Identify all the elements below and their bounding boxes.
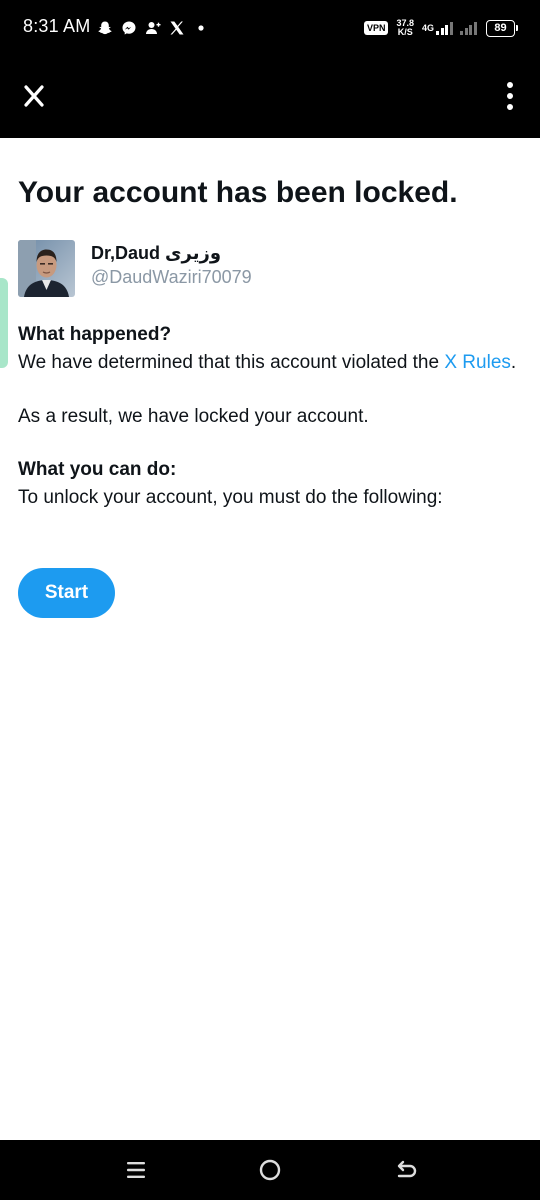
signal-icon: [436, 21, 454, 35]
what-you-can-do-section: What you can do: To unlock your account,…: [18, 456, 518, 512]
app-header: [0, 56, 540, 138]
violation-text: We have determined that this account vio…: [18, 352, 445, 373]
more-options-button[interactable]: [498, 78, 522, 114]
x-logo-icon: [168, 19, 186, 37]
snapchat-icon: [96, 19, 114, 37]
network-speed: 37.8 K/S: [396, 19, 414, 37]
account-names: Dr,Daud وزیری @DaudWaziri70079: [91, 240, 252, 289]
what-you-can-do-text: To unlock your account, you must do the …: [18, 487, 443, 508]
more-vertical-icon: [507, 82, 513, 110]
back-button[interactable]: [392, 1156, 420, 1184]
recent-apps-icon: [127, 1162, 145, 1178]
notification-icons: [96, 17, 216, 39]
x-rules-link[interactable]: X Rules: [444, 352, 511, 373]
back-icon: [397, 1160, 417, 1178]
close-button[interactable]: [18, 80, 50, 112]
battery-icon: 89: [486, 19, 515, 37]
status-bar: 8:31 AM VPN 37.8 K/S 4G 89: [0, 0, 540, 56]
page-title: Your account has been locked.: [18, 176, 458, 209]
vpn-badge: VPN: [363, 21, 389, 35]
dot-icon: [192, 19, 210, 37]
battery-cap: [516, 25, 518, 31]
avatar: [18, 240, 75, 297]
sentence-end: .: [510, 352, 517, 373]
status-time: 8:31 AM: [23, 16, 91, 36]
messenger-icon: [120, 19, 138, 37]
system-nav-bar: [0, 1140, 540, 1200]
what-happened-text: We have determined that this account vio…: [18, 349, 518, 377]
home-icon: [259, 1159, 281, 1181]
speed-unit: K/S: [397, 27, 413, 37]
main-content: Your account has been locked. Dr,Daud وز…: [18, 138, 518, 618]
battery-level: 89: [494, 22, 507, 34]
what-happened-section: What happened? We have determined that t…: [18, 321, 518, 377]
display-name: Dr,Daud وزیری: [91, 243, 222, 263]
person-add-icon: [144, 19, 162, 37]
what-happened-heading: What happened?: [18, 324, 172, 345]
signal-secondary-icon: [460, 21, 478, 35]
edge-panel-handle[interactable]: [0, 278, 8, 368]
system-icons: VPN 37.8 K/S 4G 89: [363, 15, 518, 41]
what-you-can-do-heading: What you can do:: [18, 459, 177, 480]
network-type: 4G: [421, 22, 434, 33]
result-text: As a result, we have locked your account…: [18, 406, 369, 427]
start-button[interactable]: Start: [18, 568, 115, 618]
account-card: Dr,Daud وزیری @DaudWaziri70079: [18, 240, 518, 297]
recent-apps-button[interactable]: [122, 1156, 150, 1184]
home-button[interactable]: [256, 1156, 284, 1184]
network-label: 4G: [421, 22, 434, 33]
account-handle: @DaudWaziri70079: [91, 267, 252, 287]
x-logo-icon: [24, 85, 44, 107]
